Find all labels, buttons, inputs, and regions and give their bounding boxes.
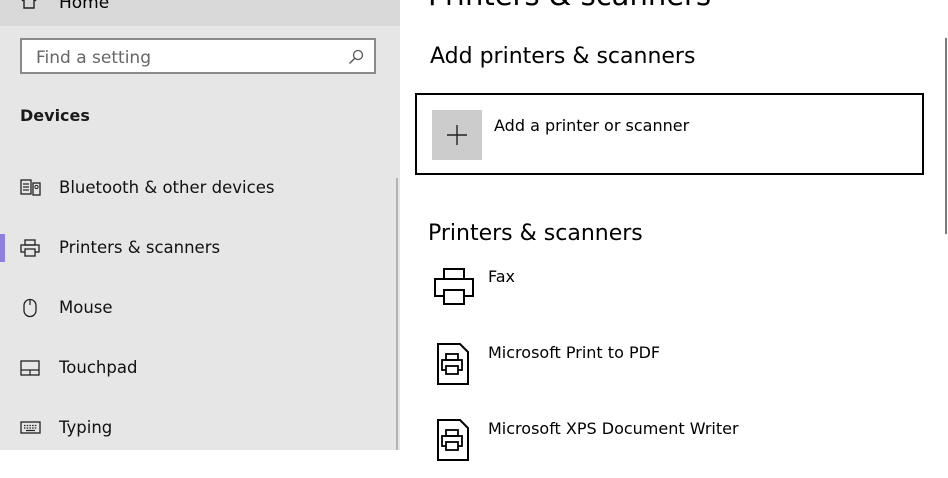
printer-icon bbox=[20, 238, 40, 262]
main-content: Printers & scanners Add printers & scann… bbox=[400, 0, 948, 461]
printers-list-heading: Printers & scanners bbox=[428, 221, 643, 246]
sidebar-item-label: Mouse bbox=[59, 298, 113, 317]
sidebar-item-label: Printers & scanners bbox=[59, 238, 221, 257]
sidebar-item-label: Bluetooth & other devices bbox=[59, 178, 275, 197]
printer-name: Microsoft Print to PDF bbox=[488, 343, 661, 362]
search-icon[interactable] bbox=[348, 49, 364, 69]
sidebar-item-touchpad[interactable]: Touchpad bbox=[0, 348, 396, 388]
document-printer-icon bbox=[432, 418, 476, 466]
home-label: Home bbox=[59, 0, 110, 13]
document-printer-icon bbox=[432, 342, 476, 390]
search-input[interactable]: Find a setting bbox=[20, 38, 376, 74]
plus-icon bbox=[447, 125, 467, 145]
printer-item-xps-writer[interactable]: Microsoft XPS Document Writer bbox=[428, 418, 928, 478]
search-placeholder: Find a setting bbox=[36, 48, 151, 68]
touchpad-icon bbox=[20, 358, 40, 382]
printer-name: Fax bbox=[488, 267, 516, 286]
sidebar-item-typing[interactable]: Typing bbox=[0, 408, 396, 448]
sidebar-item-label: Touchpad bbox=[59, 358, 138, 377]
selected-indicator bbox=[0, 234, 5, 262]
printer-item-print-to-pdf[interactable]: Microsoft Print to PDF bbox=[428, 342, 928, 402]
add-tile bbox=[432, 110, 482, 160]
add-printers-heading: Add printers & scanners bbox=[430, 44, 696, 69]
main-scrollbar[interactable] bbox=[945, 38, 947, 234]
sidebar-item-bluetooth[interactable]: Bluetooth & other devices bbox=[0, 168, 396, 208]
sidebar-item-printers-scanners[interactable]: Printers & scanners bbox=[0, 228, 396, 268]
sidebar-item-label: Typing bbox=[59, 418, 113, 437]
sidebar-item-mouse[interactable]: Mouse bbox=[0, 288, 396, 328]
printer-item-fax[interactable]: Fax bbox=[428, 266, 928, 326]
keyboard-icon bbox=[20, 418, 42, 442]
mouse-icon bbox=[20, 298, 40, 322]
home-icon bbox=[20, 0, 38, 14]
fax-printer-icon bbox=[432, 266, 476, 314]
sidebar: Home Find a setting Devices Bluetooth & … bbox=[0, 0, 400, 450]
bluetooth-devices-icon bbox=[20, 178, 42, 202]
add-printer-label: Add a printer or scanner bbox=[494, 116, 690, 135]
add-printer-button[interactable]: Add a printer or scanner bbox=[415, 93, 924, 175]
printer-name: Microsoft XPS Document Writer bbox=[488, 419, 739, 438]
sidebar-scrollbar[interactable] bbox=[396, 178, 398, 450]
devices-heading: Devices bbox=[20, 106, 90, 125]
page-title: Printers & scanners bbox=[428, 0, 711, 12]
home-nav-item[interactable]: Home bbox=[0, 0, 400, 26]
